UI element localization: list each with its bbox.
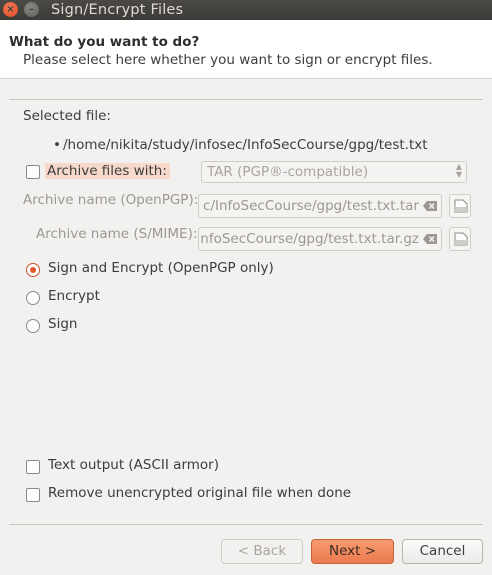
close-window-button[interactable]: × bbox=[3, 2, 18, 17]
remove-original-label[interactable]: Remove unencrypted original file when do… bbox=[48, 485, 351, 501]
spin-arrows-icon: ▲ ▼ bbox=[455, 162, 462, 179]
cancel-button[interactable]: Cancel bbox=[402, 539, 483, 564]
archive-openpgp-field[interactable]: c/InfoSecCourse/gpg/test.txt.tar bbox=[198, 194, 442, 218]
radio-encrypt-label[interactable]: Encrypt bbox=[48, 288, 100, 304]
text-output-label[interactable]: Text output (ASCII armor) bbox=[48, 457, 219, 473]
archive-smime-field[interactable]: nfoSecCourse/gpg/test.txt.tar.gz bbox=[198, 227, 442, 251]
wizard-header: What do you want to do? Please select he… bbox=[0, 20, 492, 79]
document-icon bbox=[454, 232, 468, 246]
radio-sign-and-encrypt-label[interactable]: Sign and Encrypt (OpenPGP only) bbox=[48, 260, 274, 276]
selected-file-path: /home/nikita/study/infosec/InfoSecCourse… bbox=[63, 137, 428, 153]
archive-format-select[interactable]: TAR (PGP®-compatible) ▲ ▼ bbox=[201, 161, 467, 183]
clear-icon[interactable] bbox=[423, 234, 437, 244]
archive-smime-value: nfoSecCourse/gpg/test.txt.tar.gz bbox=[200, 231, 419, 247]
radio-sign-and-encrypt[interactable] bbox=[26, 263, 40, 277]
remove-original-checkbox[interactable] bbox=[26, 488, 40, 502]
archive-openpgp-value: c/InfoSecCourse/gpg/test.txt.tar bbox=[203, 198, 419, 214]
minimize-window-button[interactable]: – bbox=[24, 2, 39, 17]
top-divider bbox=[9, 99, 483, 100]
archive-format-value: TAR (PGP®-compatible) bbox=[207, 164, 369, 180]
title-bar: × – Sign/Encrypt Files bbox=[0, 0, 492, 20]
window-title: Sign/Encrypt Files bbox=[51, 2, 184, 18]
archive-smime-label: Archive name (S/MIME): bbox=[36, 226, 198, 242]
radio-encrypt[interactable] bbox=[26, 291, 40, 305]
archive-files-checkbox[interactable] bbox=[26, 165, 40, 179]
document-icon bbox=[454, 199, 468, 213]
selected-file-label: Selected file: bbox=[23, 108, 111, 124]
selected-file-bullet: • bbox=[53, 137, 61, 153]
clear-icon[interactable] bbox=[423, 201, 437, 211]
archive-files-label: Archive files with: bbox=[45, 163, 170, 179]
browse-smime-button[interactable] bbox=[449, 227, 471, 251]
archive-openpgp-label: Archive name (OpenPGP): bbox=[23, 192, 199, 208]
page-instruction: Please select here whether you want to s… bbox=[23, 52, 433, 68]
page-question: What do you want to do? bbox=[9, 34, 200, 50]
archive-files-label-wrap: Archive files with: bbox=[45, 163, 170, 179]
back-button[interactable]: < Back bbox=[221, 539, 303, 564]
text-output-checkbox[interactable] bbox=[26, 460, 40, 474]
bottom-divider bbox=[9, 524, 483, 525]
radio-sign-label[interactable]: Sign bbox=[48, 316, 77, 332]
next-button[interactable]: Next > bbox=[311, 539, 394, 564]
browse-openpgp-button[interactable] bbox=[449, 194, 471, 218]
radio-sign[interactable] bbox=[26, 319, 40, 333]
